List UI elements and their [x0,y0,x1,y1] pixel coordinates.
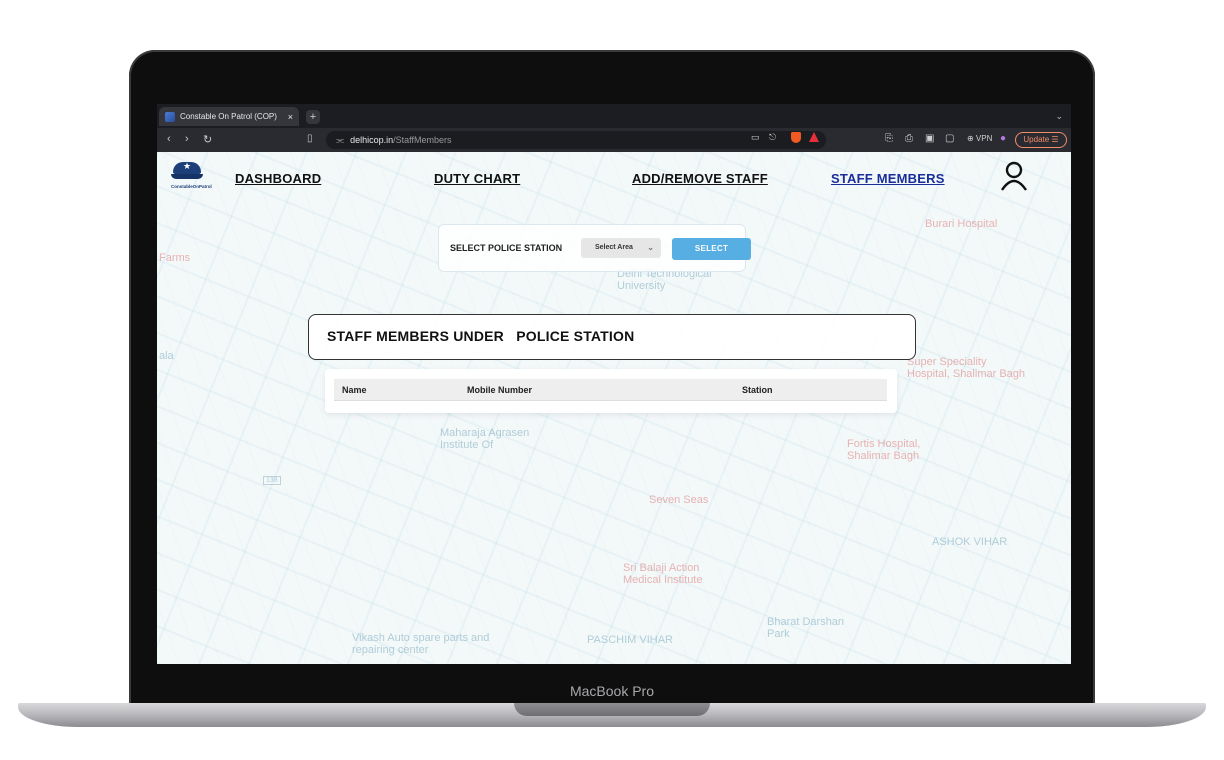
map-road-badge: 138 [263,476,281,485]
map-label: Seven Seas [649,494,709,506]
wallet-icon[interactable]: ⎙ [905,133,913,144]
map-label: ASHOK VIHAR [932,536,1008,548]
star-icon: ★ [183,161,192,171]
browser-tab[interactable]: Constable On Patrol (COP) × [159,107,299,126]
laptop-mockup: Constable On Patrol (COP) × + ⌄ ‹ › ↻ ▯ … [0,0,1224,760]
map-label: PASCHIM VIHAR [587,634,673,646]
brave-shield-icon[interactable] [791,132,801,143]
back-icon[interactable]: ‹ [167,133,171,145]
share-icon[interactable]: ⎋ [769,132,776,143]
tab-bar: Constable On Patrol (COP) × + ⌄ [157,104,1071,128]
site-settings-icon[interactable]: ⫘ [336,135,344,146]
map-label: Farms [159,252,191,264]
map-label: Burari Hospital [925,218,998,230]
browser-window: Constable On Patrol (COP) × + ⌄ ‹ › ↻ ▯ … [157,104,1071,664]
select-button[interactable]: SELECT [672,238,751,260]
nav-duty-chart[interactable]: DUTY CHART [434,171,520,186]
address-toolbar: ‹ › ↻ ▯ ⫘ delhicop.in/StaffMembers ▭ ⎋ ⎘… [157,128,1071,152]
tab-list-chevron-icon[interactable]: ⌄ [1055,111,1063,122]
map-label: Super Speciality Hospital, Shalimar Bagh [907,356,1026,380]
extensions-icon[interactable]: ⎘ [885,133,893,144]
sidebar-icon[interactable]: ▣ [925,133,934,144]
map-label: Bharat Darshan Park [767,616,845,640]
leo-icon[interactable]: ▢ [945,133,954,144]
map-label: Vikash Auto spare parts and repairing ce… [352,632,490,656]
nav-dashboard[interactable]: DASHBOARD [235,171,321,186]
page-heading: STAFF MEMBERS UNDER POLICE STATION [327,328,635,344]
area-select-value: Select Area [595,244,633,251]
reload-icon[interactable]: ↻ [203,133,212,146]
map-label: Sri Balaji Action Medical Institute [623,562,703,586]
laptop-opening-notch [514,703,710,716]
cap-brim [171,174,203,179]
logo-text: ConstableOnPatrol [171,184,212,189]
tab-title: Constable On Patrol (COP) [180,112,277,121]
area-select[interactable]: Select Area ⌄ [581,238,661,258]
nav-add-remove-staff[interactable]: ADD/REMOVE STAFF [632,171,768,186]
staff-heading-box: STAFF MEMBERS UNDER POLICE STATION [308,314,916,360]
map-label: Fortis Hospital, Shalimar Bagh [847,438,921,462]
url-path: /StaffMembers [393,135,452,145]
brave-rewards-icon[interactable] [809,132,819,142]
site-logo[interactable]: ★ ConstableOnPatrol [171,160,212,189]
profile-icon[interactable]: ● [1000,133,1006,144]
laptop-brand-label: MacBook Pro [569,683,655,699]
selector-label: SELECT POLICE STATION [450,243,563,253]
column-header-station: Station [742,385,773,395]
chevron-down-icon: ⌄ [647,243,654,252]
vpn-button[interactable]: ⊕ VPN [967,134,992,143]
bookmark-icon[interactable]: ▯ [307,133,313,144]
url-text: delhicop.in/StaffMembers [350,135,451,145]
user-profile-icon[interactable] [999,160,1029,192]
column-header-name: Name [342,385,367,395]
forward-icon[interactable]: › [185,133,189,145]
map-label: ala [159,350,174,362]
close-tab-icon[interactable]: × [288,112,293,122]
column-header-mobile: Mobile Number [467,385,533,395]
new-tab-button[interactable]: + [306,110,320,124]
staff-table: Name Mobile Number Station [325,369,897,413]
police-station-selector: SELECT POLICE STATION Select Area ⌄ SELE… [438,224,751,272]
favicon-icon [165,111,175,122]
map-label: Maharaja Agrasen Institute Of [440,427,530,451]
update-button[interactable]: Update ☰ [1015,132,1067,148]
url-domain: delhicop.in [350,135,394,145]
nav-staff-members[interactable]: STAFF MEMBERS [831,171,945,186]
table-header-row: Name Mobile Number Station [334,379,887,401]
staff-members-page: Burari Hospital Delhi Technological Univ… [157,152,1071,664]
cast-icon[interactable]: ▭ [751,132,760,143]
